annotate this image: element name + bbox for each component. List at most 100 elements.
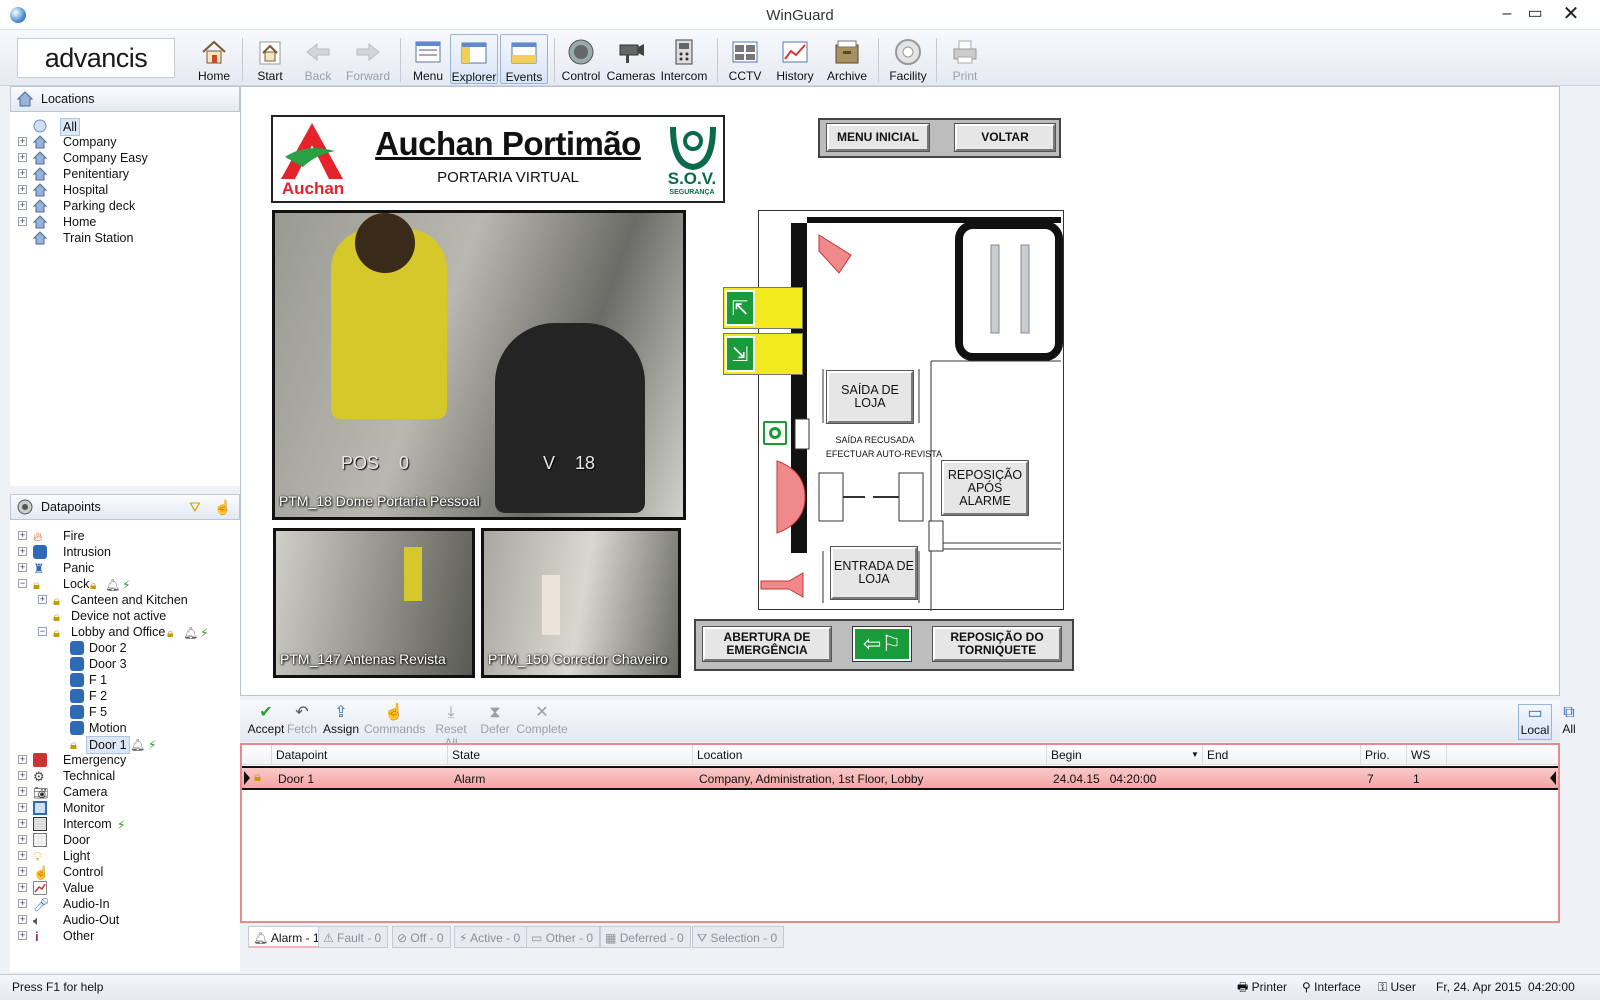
tab-other[interactable]: ▭ Other - 0 [526, 926, 601, 948]
door-sensor-icon [70, 689, 84, 703]
start-button[interactable]: Start [245, 34, 295, 84]
expand-toggle[interactable]: + [18, 819, 27, 828]
expand-toggle[interactable]: + [18, 531, 27, 540]
all-button[interactable]: ⧉ All [1554, 704, 1584, 736]
maximize-button[interactable]: ▭ [1520, 2, 1550, 26]
entrada-de-loja-button[interactable]: ENTRADA DE LOJA [831, 547, 917, 599]
fetch-button[interactable]: ↶ Fetch [286, 704, 318, 736]
camera-feed-image [355, 213, 415, 273]
expand-toggle[interactable]: + [18, 851, 27, 860]
events-button[interactable]: Events [500, 34, 548, 84]
expand-toggle[interactable]: + [18, 153, 27, 162]
column-begin[interactable]: Begin ▼ [1047, 745, 1203, 765]
user-status[interactable]: ⚿ User [1378, 975, 1416, 999]
column-location[interactable]: Location [693, 745, 1047, 765]
history-button[interactable]: History [768, 34, 822, 84]
column-prio[interactable]: Prio. [1361, 745, 1407, 765]
expand-toggle[interactable]: + [18, 835, 27, 844]
column-end[interactable]: End [1203, 745, 1361, 765]
saida-de-loja-button[interactable]: SAÍDA DE LOJA [827, 371, 913, 423]
expand-toggle[interactable]: + [18, 137, 27, 146]
intercom-green-icon[interactable] [763, 421, 787, 445]
explorer-button[interactable]: Explorer [450, 34, 498, 84]
column-ws[interactable]: WS [1407, 745, 1447, 765]
filter-icon[interactable]: ⛛ [189, 499, 201, 515]
voltar-button[interactable]: VOLTAR [955, 124, 1055, 151]
tab-alarm[interactable]: 🔔︎ Alarm - 1 [248, 926, 327, 948]
microphone-icon: 🎤︎ [33, 897, 50, 912]
expand-toggle[interactable]: + [18, 217, 27, 226]
control-button[interactable]: Control [557, 34, 605, 84]
accept-button[interactable]: ✔ Accept [246, 704, 286, 736]
expand-toggle[interactable]: + [18, 169, 27, 178]
interface-status[interactable]: ⚲ Interface [1302, 975, 1361, 999]
column-state[interactable]: State [448, 745, 693, 765]
camera-osd-position: POS 0 [341, 453, 410, 473]
locations-header: Locations [10, 86, 240, 112]
expand-toggle[interactable]: + [18, 883, 27, 892]
table-row[interactable]: 🔒︎ Door 1 Alarm Company, Administration,… [242, 766, 1558, 790]
cctv-button[interactable]: CCTV [720, 34, 770, 84]
camera-view-corredor[interactable]: PTM_150 Corredor Chaveiro [481, 528, 681, 678]
local-button[interactable]: ▭ Local [1518, 704, 1552, 740]
lock-icon: 🔒︎ [33, 577, 40, 592]
tab-selection[interactable]: ⛛ Selection - 0 [692, 926, 785, 948]
tab-deferred[interactable]: ▦ Deferred - 0 [600, 926, 691, 948]
home-button[interactable]: Home [189, 34, 239, 84]
expand-toggle[interactable]: + [18, 547, 27, 556]
expand-toggle[interactable]: + [18, 201, 27, 210]
reposicao-torniquete-button[interactable]: REPOSIÇÃO DO TORNIQUETE [933, 627, 1061, 661]
forward-button[interactable]: Forward [342, 34, 394, 84]
close-button[interactable]: ✕ [1556, 2, 1586, 26]
expand-toggle[interactable]: + [18, 867, 27, 876]
facility-button[interactable]: Facility [881, 34, 935, 84]
expand-toggle[interactable]: + [18, 771, 27, 780]
emergency-icon [33, 753, 47, 767]
tab-off[interactable]: ⊘ Off - 0 [392, 926, 451, 948]
menu-inicial-button[interactable]: MENU INICIAL [827, 124, 929, 151]
cameras-button[interactable]: Cameras [605, 34, 657, 84]
collapse-toggle[interactable]: − [18, 579, 27, 588]
expand-toggle[interactable]: + [18, 803, 27, 812]
printer-icon: 🖶 [1237, 980, 1249, 994]
location-building-icon [32, 215, 48, 229]
archive-button[interactable]: Archive [822, 34, 872, 84]
datapoints-icon [17, 499, 33, 515]
bell-icon: 🔔︎ [183, 626, 199, 640]
abertura-emergencia-button[interactable]: ABERTURA DE EMERGÊNCIA [703, 627, 831, 661]
expand-toggle[interactable]: + [18, 899, 27, 908]
column-datapoint[interactable]: Datapoint [272, 745, 448, 765]
printer-status[interactable]: 🖶 Printer [1237, 975, 1287, 999]
expand-toggle[interactable]: + [38, 595, 47, 604]
commands-button[interactable]: ☝ Commands [364, 704, 425, 736]
print-button[interactable]: Print [940, 34, 990, 84]
camera-view-main[interactable]: POS 0 V 18 PTM_18 Dome Portaria Pessoal [272, 210, 686, 520]
collapse-toggle[interactable]: − [38, 627, 47, 636]
control-knob-icon [566, 37, 596, 67]
expand-toggle[interactable]: + [18, 755, 27, 764]
lightning-icon: ⚡︎ [122, 578, 131, 592]
defer-button[interactable]: ⧗ Defer [480, 704, 510, 736]
hand-pointer-icon: ☝ [33, 865, 50, 880]
tab-fault[interactable]: ⚠ Fault - 0 [318, 926, 389, 948]
expand-toggle[interactable]: + [18, 185, 27, 194]
expand-toggle[interactable]: + [18, 787, 27, 796]
tab-active[interactable]: ⚡︎ Active - 0 [454, 926, 528, 948]
reposicao-apos-alarme-button[interactable]: REPOSIÇÃO APÓS ALARME [942, 461, 1028, 515]
sort-desc-icon: ▼ [1191, 750, 1199, 759]
expand-toggle[interactable]: + [18, 931, 27, 940]
assign-button[interactable]: ⇪ Assign [322, 704, 360, 736]
title-bar: WinGuard – ▭ ✕ [0, 0, 1600, 30]
camera-view-antenas[interactable]: PTM_147 Antenas Revista [273, 528, 475, 678]
minimize-button[interactable]: – [1492, 2, 1522, 26]
hand-pointer-icon[interactable]: ☝ [214, 499, 231, 515]
intercom-icon [669, 37, 699, 67]
alarm-grid: Datapoint State Location Begin ▼ End Prio… [240, 743, 1560, 923]
menu-button[interactable]: Menu [403, 34, 453, 84]
intercom-button[interactable]: Intercom [657, 34, 711, 84]
complete-button[interactable]: ✕ Complete [516, 704, 568, 736]
expand-toggle[interactable]: + [18, 915, 27, 924]
camera-osd-v: V 18 [543, 453, 596, 473]
back-button[interactable]: Back [293, 34, 343, 84]
expand-toggle[interactable]: + [18, 563, 27, 572]
